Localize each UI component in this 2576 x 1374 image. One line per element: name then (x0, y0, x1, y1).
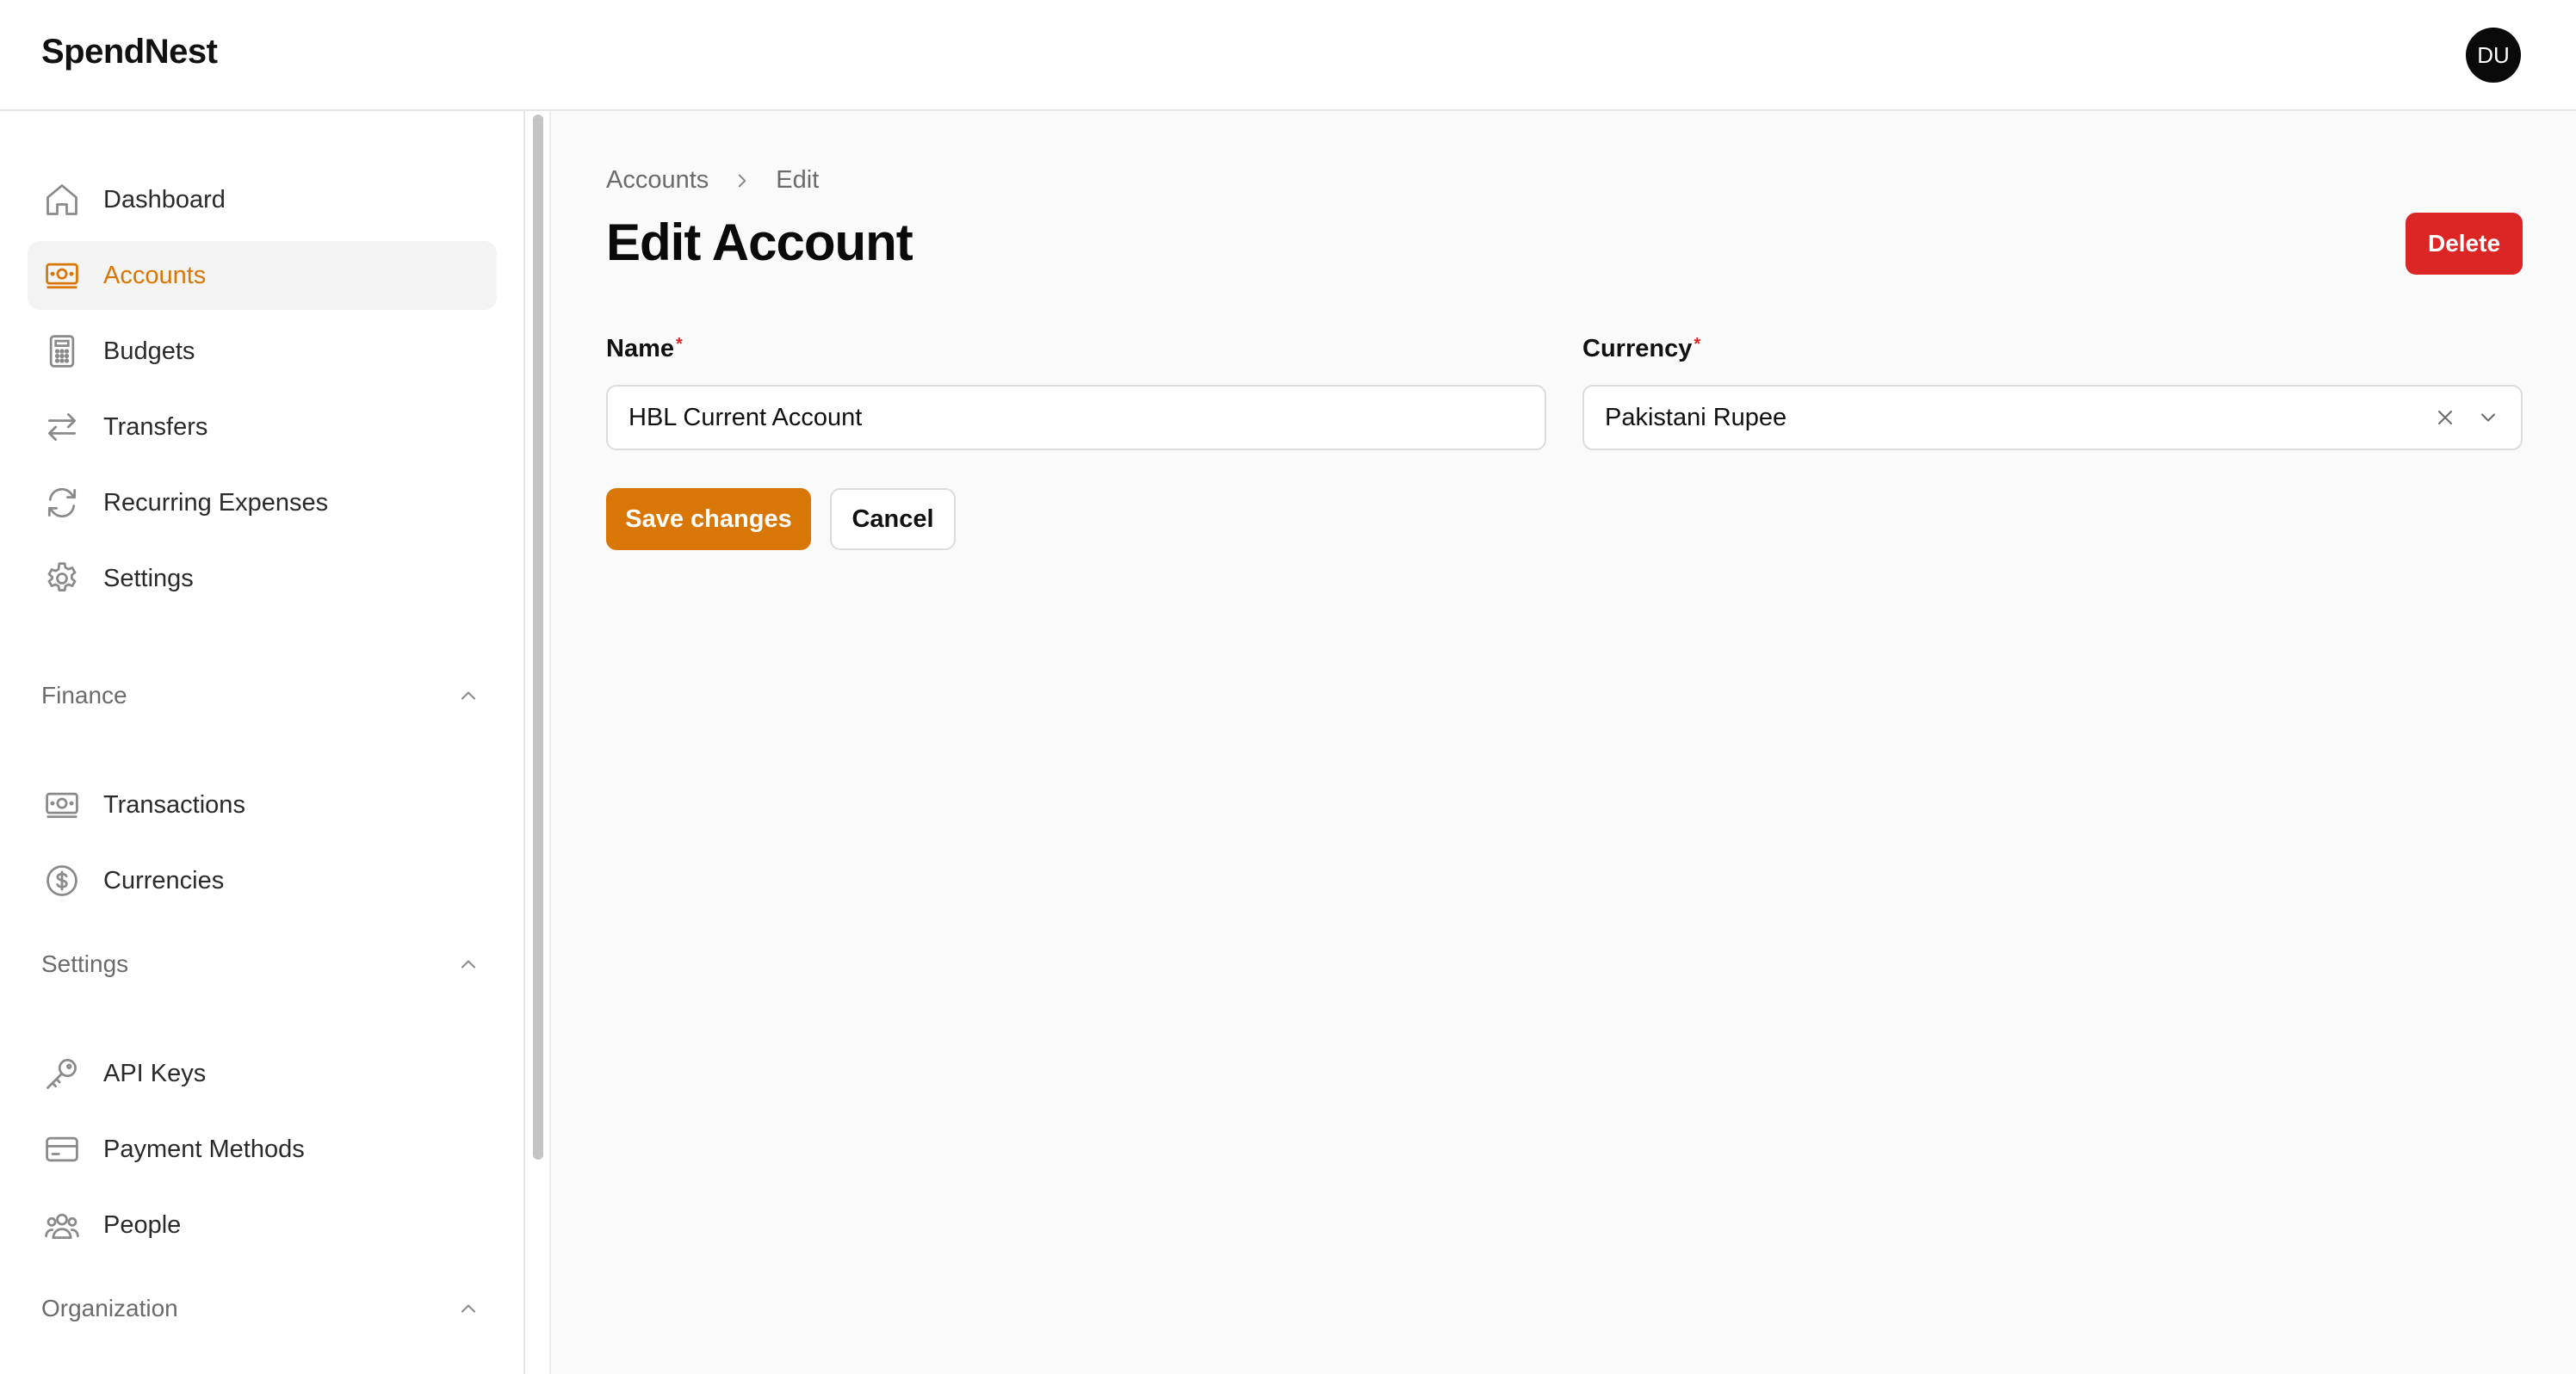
users-icon (28, 1191, 96, 1260)
sidebar-item-accounts[interactable]: Accounts (28, 241, 497, 310)
name-input[interactable] (606, 385, 1546, 450)
sidebar-scrollbar-thumb[interactable] (533, 114, 543, 1160)
sidebar-item-label: Transactions (103, 790, 245, 819)
sidebar-item-budgets[interactable]: Budgets (28, 317, 497, 386)
user-avatar[interactable]: DU (2466, 28, 2521, 83)
chevron-right-icon (739, 174, 746, 187)
sidebar-item-currencies[interactable]: Currencies (28, 846, 497, 915)
sidebar-item-label: Payment Methods (103, 1135, 305, 1163)
sidebar-item-settings[interactable]: Settings (28, 544, 497, 613)
sidebar-item-label: Accounts (103, 261, 207, 289)
sidebar-group-title: Finance (41, 682, 127, 709)
sidebar-item-people[interactable]: People (28, 1191, 497, 1260)
name-field-label: Name * (606, 335, 683, 363)
sidebar-item-transfers[interactable]: Transfers (28, 393, 497, 461)
sidebar-group-title: Organization (41, 1295, 178, 1321)
sidebar-group-organization[interactable]: Organization (41, 1287, 480, 1330)
sidebar-item-label: Dashboard (103, 185, 226, 214)
required-indicator: * (676, 335, 683, 354)
sidebar-item-label: Transfers (103, 412, 208, 441)
sidebar-item-dashboard[interactable]: Dashboard (28, 165, 497, 234)
brand-logo[interactable]: SpendNest (41, 33, 218, 71)
banknote-icon (28, 241, 96, 310)
sidebar-scrollbar[interactable] (525, 111, 551, 1374)
required-indicator: * (1694, 335, 1701, 354)
save-changes-button[interactable]: Save changes (606, 488, 811, 550)
sidebar-item-label: Recurring Expenses (103, 488, 329, 517)
key-icon (28, 1039, 96, 1108)
main-content: Accounts Edit Edit Account Delete Name * … (551, 111, 2576, 1374)
sidebar-item-api-keys[interactable]: API Keys (28, 1039, 497, 1108)
chevron-up-icon (461, 960, 476, 969)
breadcrumb-current: Edit (776, 166, 820, 194)
currency-label-text: Currency (1582, 335, 1693, 362)
refresh-icon (28, 468, 96, 537)
sidebar-item-label: Currencies (103, 866, 225, 894)
sidebar-group-title: Settings (41, 950, 129, 977)
sidebar-item-label: API Keys (103, 1059, 207, 1087)
sidebar-item-label: Settings (103, 564, 194, 592)
currency-field-label: Currency * (1582, 335, 1700, 363)
gear-icon (28, 544, 96, 613)
sidebar-item-recurring-expenses[interactable]: Recurring Expenses (28, 468, 497, 537)
chevron-up-icon (461, 691, 476, 700)
name-label-text: Name (606, 335, 674, 362)
sidebar-group-finance[interactable]: Finance (41, 674, 480, 717)
sidebar-item-payment-methods[interactable]: Payment Methods (28, 1115, 497, 1184)
breadcrumb: Accounts Edit (606, 166, 819, 195)
breadcrumb-accounts-link[interactable]: Accounts (606, 166, 709, 195)
arrows-exchange-icon (28, 393, 96, 461)
page-title: Edit Account (606, 214, 913, 271)
top-bar: SpendNest DU (0, 0, 2576, 111)
sidebar-group-settings[interactable]: Settings (41, 943, 480, 986)
dollar-circle-icon (28, 846, 96, 915)
sidebar-item-transactions[interactable]: Transactions (28, 771, 497, 839)
chevron-down-icon[interactable] (2476, 405, 2500, 430)
credit-card-icon (28, 1115, 96, 1184)
chevron-up-icon (461, 1304, 476, 1313)
delete-button[interactable]: Delete (2406, 213, 2523, 275)
calculator-icon (28, 317, 96, 386)
sidebar-item-label: Budgets (103, 337, 195, 365)
sidebar-item-label: People (103, 1210, 182, 1239)
clear-icon[interactable] (2433, 405, 2457, 430)
currency-selected-value: Pakistani Rupee (1605, 403, 1787, 431)
currency-select[interactable]: Pakistani Rupee (1582, 385, 2523, 450)
home-icon (28, 165, 96, 234)
banknote-icon (28, 771, 96, 839)
sidebar: Dashboard Accounts Budgets Transfers Rec… (0, 111, 525, 1374)
cancel-button[interactable]: Cancel (830, 488, 956, 550)
